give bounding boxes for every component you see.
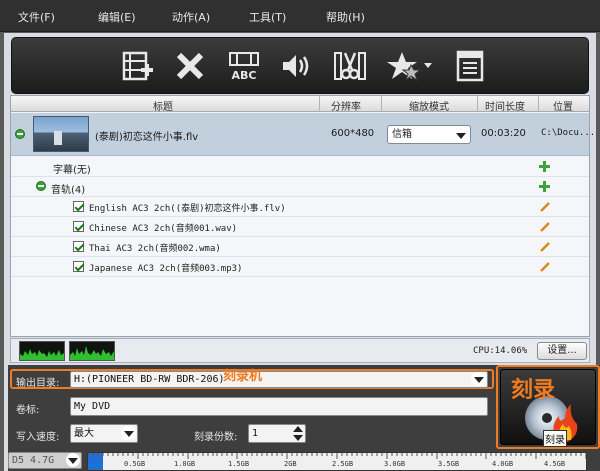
track-checkbox[interactable] — [73, 201, 84, 212]
file-title: (泰剧)初恋这件小事.flv — [95, 132, 199, 143]
main-window: ABC 标题 分辨率 缩放模式 时间长度 位置 (泰剧)初恋这件小事.flv 6… — [4, 33, 600, 471]
menu-file[interactable]: 文件(F) — [18, 9, 55, 25]
edit-pencil-icon[interactable] — [539, 221, 551, 233]
audio-label: 音轨(4) — [51, 185, 86, 196]
subtitle-label: 字幕(无) — [53, 165, 91, 176]
track-checkbox[interactable] — [73, 221, 84, 232]
volume-label: 卷标: — [16, 405, 40, 416]
speed-label: 写入速度: — [16, 432, 60, 443]
settings-button[interactable]: 设置... — [537, 342, 587, 360]
header-duration[interactable]: 时间长度 — [485, 98, 525, 113]
properties-icon[interactable] — [452, 48, 488, 84]
track-checkbox[interactable] — [73, 241, 84, 252]
speed-value: 最大 — [74, 428, 94, 439]
copies-value: 1 — [252, 428, 259, 439]
list-item[interactable]: English AC3 2ch((泰剧)初恋这件小事.flv) — [11, 197, 589, 217]
disc-type-value: D5 4.7G — [12, 455, 55, 466]
copies-stepper[interactable]: 1 — [248, 424, 306, 443]
capacity-tick: 4.0GB — [492, 460, 514, 468]
subtitle-icon[interactable]: ABC — [226, 48, 262, 84]
menu-action[interactable]: 动作(A) — [172, 9, 210, 25]
svg-text:ABC: ABC — [232, 69, 257, 82]
capacity-bar: 0.5GB 1.0GB 1.5GB 2GB 2.5GB 3.0GB 3.5GB … — [87, 452, 587, 471]
collapse-icon[interactable] — [15, 129, 25, 139]
copies-label: 刻录份数: — [194, 432, 238, 443]
cpu-graph — [19, 341, 65, 361]
delete-icon[interactable] — [172, 48, 208, 84]
track-label: English AC3 2ch((泰剧)初恋这件小事.flv) — [89, 204, 286, 214]
capacity-tick: 2GB — [284, 460, 297, 468]
burn-caption: 刻录 — [543, 430, 567, 447]
edit-pencil-icon[interactable] — [539, 201, 551, 213]
add-audio-icon[interactable] — [539, 181, 550, 192]
list-item[interactable]: Thai AC3 2ch(音频002.wma) — [11, 237, 589, 257]
track-label: Japanese AC3 2ch(音频003.mp3) — [89, 264, 243, 274]
file-list: 标题 分辨率 缩放模式 时间长度 位置 (泰剧)初恋这件小事.flv 600*4… — [10, 95, 595, 337]
burn-title: 刻录 — [511, 378, 556, 403]
cpu-usage: CPU:14.06% — [473, 346, 528, 356]
capacity-tick: 0.5GB — [124, 460, 146, 468]
add-video-icon[interactable] — [120, 48, 156, 84]
header-resolution[interactable]: 分辨率 — [331, 98, 361, 113]
capacity-tick: 1.5GB — [228, 460, 250, 468]
scale-mode-select[interactable]: 信箱 — [387, 125, 471, 144]
chevron-down-icon — [66, 453, 80, 467]
menu-tools[interactable]: 工具(T) — [249, 9, 286, 25]
file-location: C:\Docu... — [541, 128, 596, 138]
add-subtitle-icon[interactable] — [539, 161, 550, 172]
list-item[interactable]: Japanese AC3 2ch(音频003.mp3) — [11, 257, 589, 277]
stepper-up-icon[interactable] — [293, 426, 303, 432]
chevron-down-icon — [471, 372, 486, 386]
cpu-graph — [69, 341, 115, 361]
edit-pencil-icon[interactable] — [539, 241, 551, 253]
menu-bar: 文件(F) 编辑(E) 动作(A) 工具(T) 帮助(H) — [0, 0, 600, 32]
menu-edit[interactable]: 编辑(E) — [98, 9, 136, 25]
file-resolution: 600*480 — [331, 128, 375, 139]
chevron-down-icon — [121, 426, 136, 440]
output-dir-label: 输出目录: — [16, 378, 60, 389]
audio-row: 音轨(4) — [11, 177, 589, 197]
edit-pencil-icon[interactable] — [539, 261, 551, 273]
audio-icon[interactable] — [278, 48, 314, 84]
status-bar: CPU:14.06% 设置... — [10, 338, 590, 363]
burn-button[interactable]: 刻录 刻录 — [500, 369, 596, 447]
table-header: 标题 分辨率 缩放模式 时间长度 位置 — [11, 96, 589, 113]
capacity-tick: 1.0GB — [174, 460, 196, 468]
speed-select[interactable]: 最大 — [70, 424, 138, 443]
header-location[interactable]: 位置 — [553, 98, 573, 113]
track-label: Chinese AC3 2ch(音频001.wav) — [89, 224, 238, 234]
capacity-tick: 3.5GB — [438, 460, 460, 468]
file-duration: 00:03:20 — [481, 128, 526, 139]
disc-type-select[interactable]: D5 4.7G — [8, 452, 82, 469]
volume-input[interactable]: My DVD — [70, 397, 488, 416]
effects-icon[interactable] — [387, 48, 433, 84]
capacity-tick: 4.5GB — [544, 460, 566, 468]
chevron-down-icon — [452, 127, 469, 142]
output-dir-value: H:(PIONEER BD-RW BDR-206) — [74, 374, 225, 385]
burner-annotation: 刻录机 — [223, 369, 263, 384]
subtitle-row: 字幕(无) — [11, 157, 589, 177]
table-row[interactable]: (泰剧)初恋这件小事.flv 600*480 信箱 00:03:20 C:\Do… — [11, 113, 595, 156]
stepper-down-icon[interactable] — [293, 435, 303, 441]
scale-mode-value: 信箱 — [392, 129, 412, 140]
track-label: Thai AC3 2ch(音频002.wma) — [89, 244, 221, 254]
track-checkbox[interactable] — [73, 261, 84, 272]
header-scale-mode[interactable]: 缩放模式 — [409, 98, 449, 113]
toolbar: ABC — [11, 37, 589, 94]
output-dir-select[interactable]: H:(PIONEER BD-RW BDR-206) 刻录机 — [70, 369, 488, 388]
capacity-tick: 3.0GB — [384, 460, 406, 468]
collapse-audio-icon[interactable] — [36, 181, 46, 191]
video-thumbnail — [33, 116, 89, 152]
menu-help[interactable]: 帮助(H) — [326, 9, 365, 25]
cut-icon[interactable] — [332, 48, 368, 84]
list-item[interactable]: Chinese AC3 2ch(音频001.wav) — [11, 217, 589, 237]
header-title[interactable]: 标题 — [153, 98, 173, 113]
capacity-tick: 2.5GB — [332, 460, 354, 468]
